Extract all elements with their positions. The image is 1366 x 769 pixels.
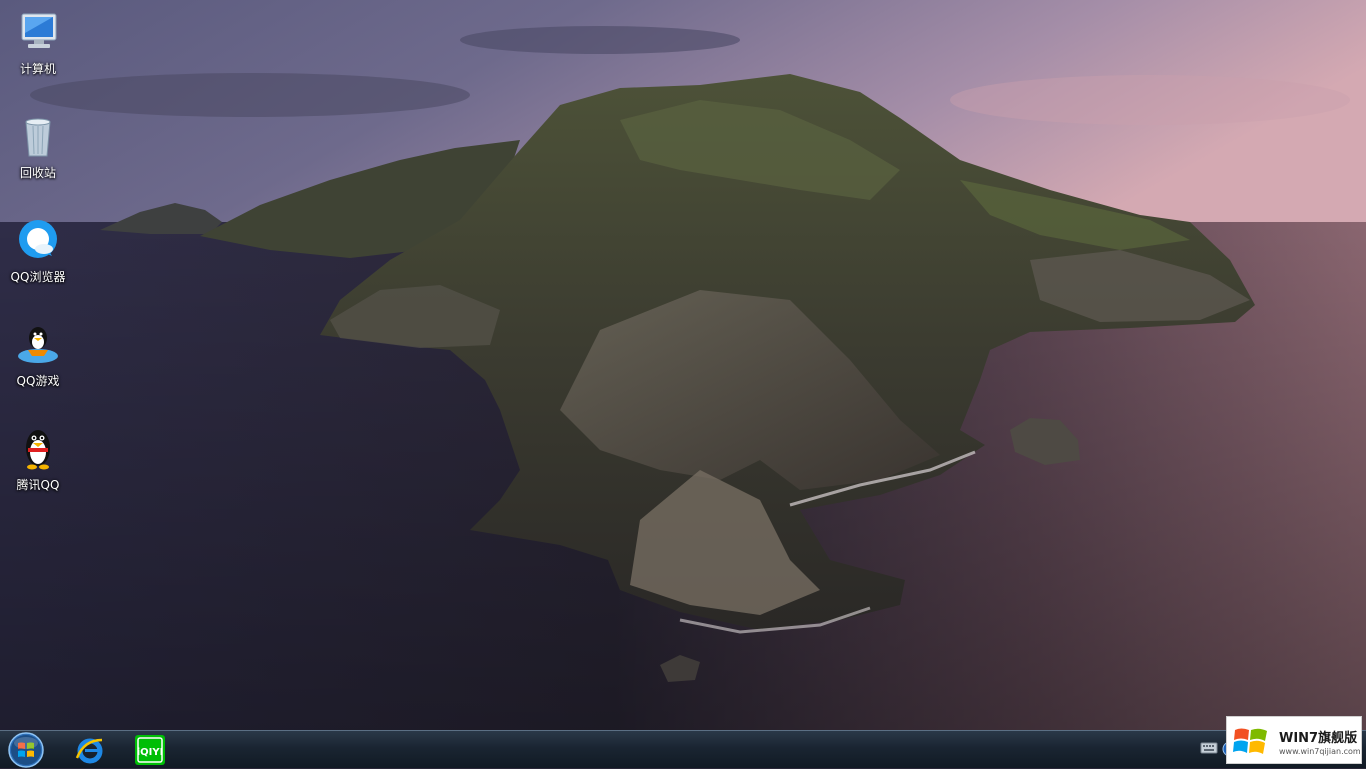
desktop-icon-recycle-bin[interactable]: 回收站 bbox=[2, 108, 74, 200]
qq-penguin-icon bbox=[26, 430, 50, 470]
desktop-icon-qq-browser[interactable]: QQ浏览器 bbox=[2, 212, 74, 304]
watermark-title: WIN7旗舰版 bbox=[1279, 731, 1358, 746]
internet-explorer-icon bbox=[75, 738, 103, 764]
desktop-icon-label: 腾讯QQ bbox=[16, 478, 60, 492]
desktop-icon-label: 计算机 bbox=[19, 62, 56, 76]
win7-watermark-badge: WIN7旗舰版 www.win7qijian.com bbox=[1226, 716, 1362, 764]
desktop-icon-qq[interactable]: 腾讯QQ bbox=[2, 420, 74, 512]
taskbar-internet-explorer[interactable] bbox=[68, 733, 112, 767]
recycle-bin-icon bbox=[25, 118, 51, 157]
desktop-icon-computer[interactable]: 计算机 bbox=[2, 4, 74, 96]
desktop-wallpaper bbox=[0, 0, 1366, 730]
taskbar-iqiyi[interactable]: iQIYI bbox=[128, 733, 172, 767]
start-button[interactable] bbox=[6, 732, 46, 768]
taskbar: iQIYI ? bbox=[0, 730, 1366, 768]
iqiyi-label: iQIYI bbox=[137, 747, 164, 758]
computer-icon bbox=[21, 13, 57, 48]
desktop-icon-label: QQ浏览器 bbox=[10, 270, 66, 284]
windows-flag-icon bbox=[1233, 728, 1267, 754]
watermark-url: www.win7qijian.com bbox=[1279, 747, 1361, 756]
keyboard-icon[interactable] bbox=[1200, 741, 1218, 755]
desktop-icon-qq-game[interactable]: QQ游戏 bbox=[2, 316, 74, 408]
desktop-icon-label: 回收站 bbox=[19, 166, 56, 180]
iqiyi-icon: iQIYI bbox=[135, 735, 165, 765]
qq-browser-icon bbox=[19, 220, 57, 258]
windows-orb-icon bbox=[8, 732, 44, 768]
qq-game-icon bbox=[18, 327, 58, 363]
desktop-icon-label: QQ游戏 bbox=[16, 374, 60, 388]
